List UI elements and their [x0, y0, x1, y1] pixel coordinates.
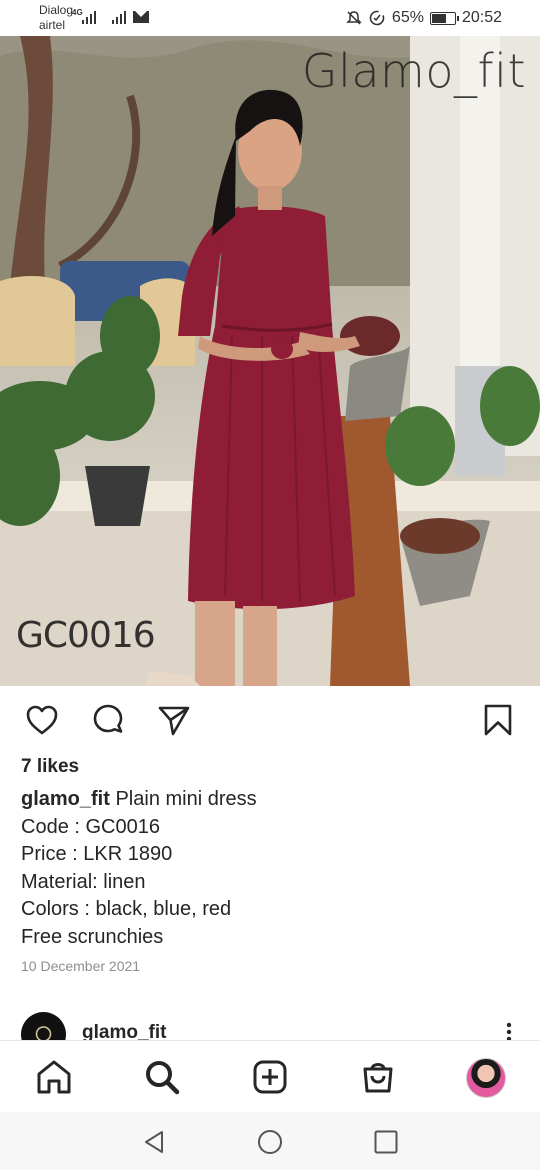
comment-icon[interactable]: [90, 702, 126, 738]
caption-line: Code : GC0016: [21, 815, 160, 838]
mail-icon: [133, 11, 149, 23]
battery-icon: [429, 11, 459, 25]
battery-percent: 65%: [391, 9, 424, 26]
post-caption: glamo_fit Plain mini dress Code : GC0016…: [21, 786, 521, 951]
signal-icon: [82, 10, 96, 24]
more-options-icon[interactable]: [506, 1022, 512, 1040]
carrier-label: Dialog airtel 4G: [39, 3, 83, 32]
next-post-username[interactable]: glamo_fit: [82, 1022, 166, 1040]
post-actions: [0, 698, 540, 742]
caption-line: Colors : black, blue, red: [21, 898, 232, 920]
status-bar: Dialog airtel 4G 65% 20:52: [0, 0, 540, 36]
next-post-avatar[interactable]: [21, 1012, 66, 1040]
signal-icon: [112, 10, 126, 24]
next-post-header: glamo_fit: [0, 1010, 540, 1040]
home-icon[interactable]: [34, 1057, 74, 1097]
mute-icon: [346, 11, 362, 25]
caption-line: Price : LKR 1890: [21, 843, 173, 865]
image-product-code: GC0016: [16, 615, 156, 656]
new-post-icon[interactable]: [250, 1057, 290, 1097]
caption-line: Free scrunchies: [21, 925, 164, 948]
bottom-navigation: [0, 1040, 540, 1112]
clock: 20:52: [461, 9, 502, 26]
shop-icon[interactable]: [358, 1057, 398, 1097]
recents-icon[interactable]: [372, 1128, 400, 1156]
bookmark-icon[interactable]: [480, 702, 516, 738]
post-image[interactable]: Glamo_fit GC0016: [0, 36, 540, 686]
back-icon[interactable]: [140, 1128, 168, 1156]
caption-username[interactable]: glamo_fit: [21, 788, 110, 810]
data-saver-icon: [369, 10, 385, 26]
likes-count[interactable]: 7 likes: [21, 756, 79, 778]
system-navigation-bar: [0, 1112, 540, 1170]
image-watermark: Glamo_fit: [301, 44, 526, 98]
caption-line: Plain mini dress: [115, 788, 257, 810]
caption-line: Material: linen: [21, 870, 146, 893]
search-icon[interactable]: [142, 1057, 182, 1097]
post-date: 10 December 2021: [21, 958, 141, 974]
profile-avatar[interactable]: [466, 1058, 506, 1098]
heart-icon[interactable]: [24, 702, 60, 738]
share-icon[interactable]: [156, 702, 192, 738]
home-circle-icon[interactable]: [256, 1128, 284, 1156]
post-photo: [0, 36, 540, 686]
